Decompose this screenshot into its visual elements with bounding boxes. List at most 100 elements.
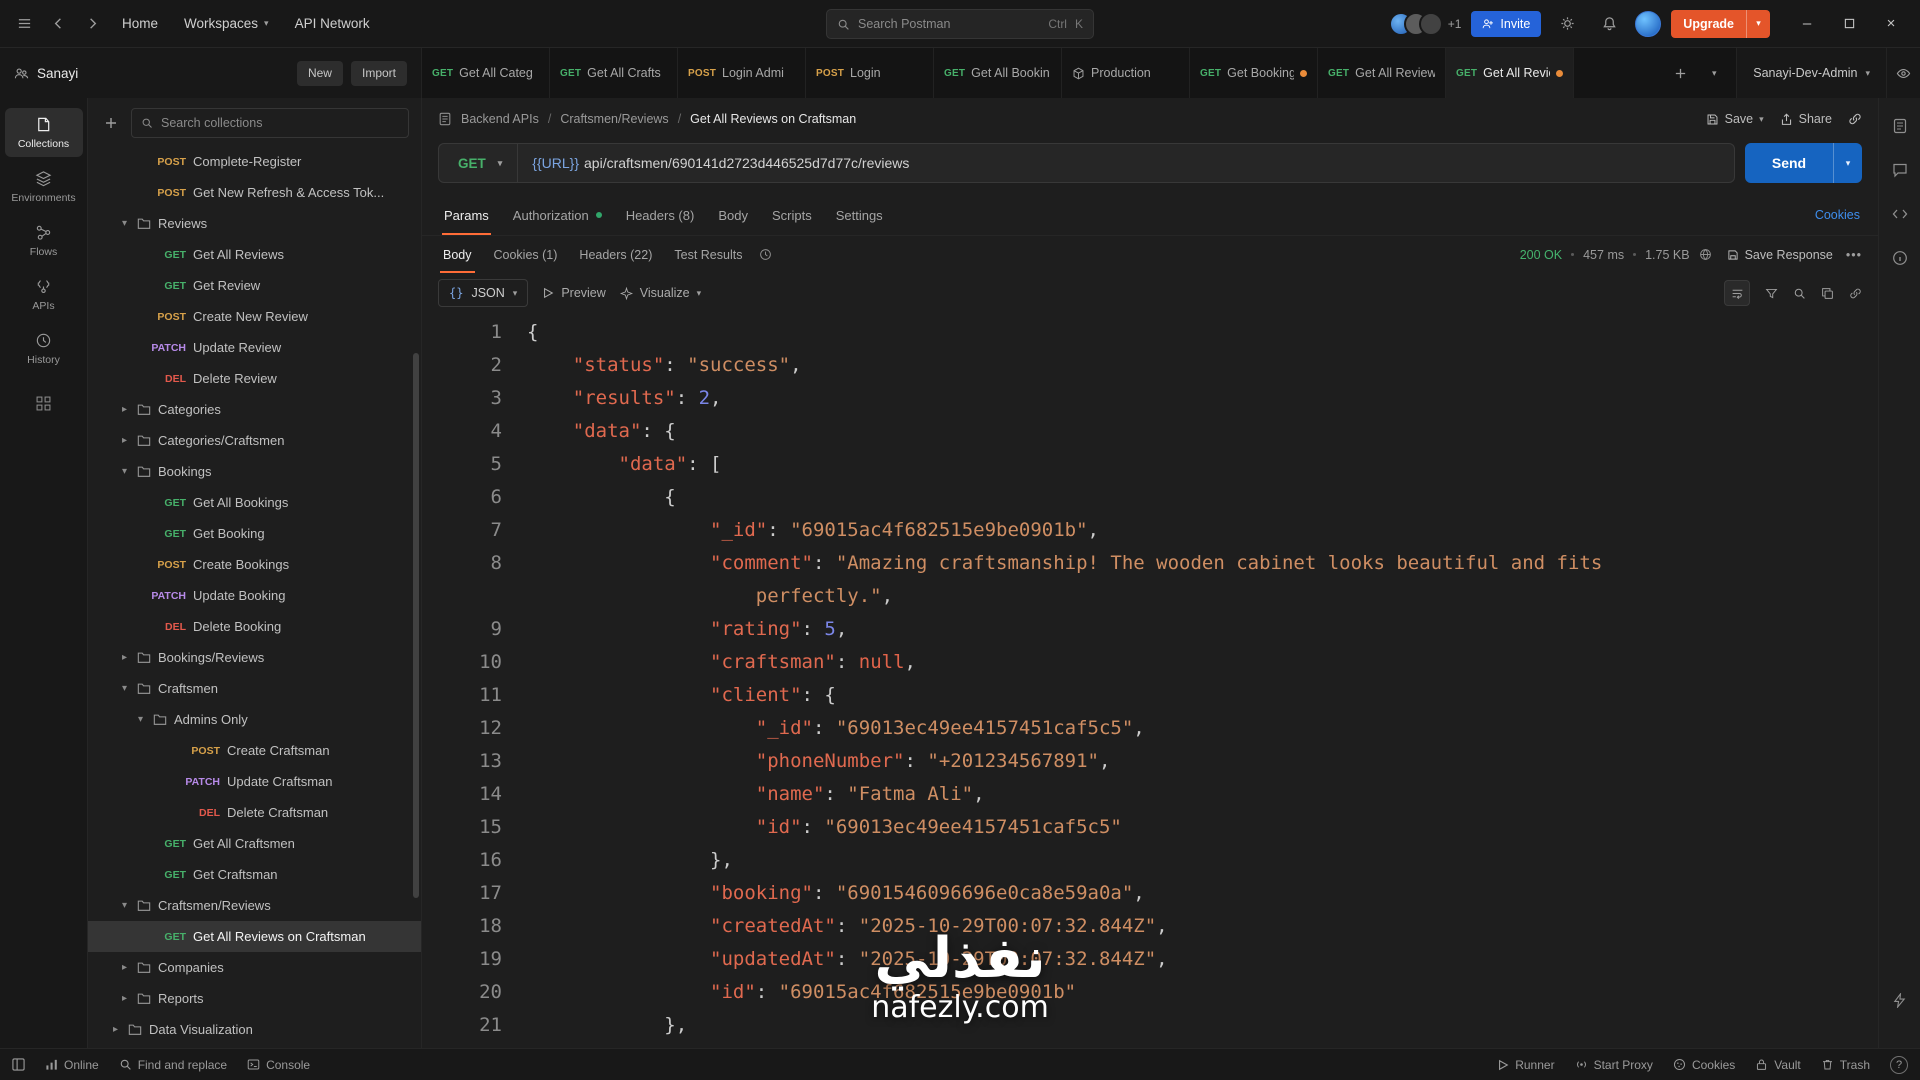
tree-folder-row[interactable]: ▸Companies	[88, 952, 421, 983]
request-tab-settings[interactable]: Settings	[824, 195, 895, 235]
nav-home[interactable]: Home	[110, 8, 170, 40]
tree-folder-row[interactable]: ▸Reports	[88, 983, 421, 1014]
workspace-name[interactable]: Sanayi	[37, 66, 78, 81]
request-tab[interactable]: POSTLogin	[806, 48, 934, 98]
request-tab[interactable]: Production	[1062, 48, 1190, 98]
tree-request-row[interactable]: DELDelete Craftsman	[88, 797, 421, 828]
help-button[interactable]: ?	[1890, 1056, 1908, 1074]
documentation-icon[interactable]	[1892, 118, 1908, 134]
response-more-options-icon[interactable]: •••	[1846, 248, 1862, 262]
chevron-right-icon[interactable]: ▸	[119, 404, 130, 415]
chevron-down-icon[interactable]: ▾	[119, 466, 130, 477]
response-tab-cookies-[interactable]: Cookies (1)	[483, 236, 569, 273]
request-tab-headers-[interactable]: Headers (8)	[614, 195, 707, 235]
recent-responses-clock-icon[interactable]	[753, 248, 778, 261]
new-tab-plus-icon[interactable]	[1664, 57, 1696, 89]
tree-folder-row[interactable]: ▸RESTful API Basics #blueprint	[88, 1045, 421, 1048]
link-icon[interactable]	[1849, 287, 1862, 300]
tree-request-row[interactable]: GETGet Craftsman	[88, 859, 421, 890]
request-tab[interactable]: GETGet All Categ	[422, 48, 550, 98]
sidebar-item-history[interactable]: History	[5, 324, 83, 373]
share-button[interactable]: Share	[1780, 112, 1832, 126]
method-select[interactable]: GET ▾	[439, 144, 518, 182]
send-button[interactable]: Send	[1745, 143, 1833, 183]
tree-request-row[interactable]: GETGet Review	[88, 270, 421, 301]
tree-request-row[interactable]: POSTCreate Bookings	[88, 549, 421, 580]
more-tools-grid-icon[interactable]	[36, 396, 51, 411]
tree-folder-row[interactable]: ▾Bookings	[88, 456, 421, 487]
statusbar-runner[interactable]: Runner	[1497, 1058, 1554, 1072]
tree-request-row[interactable]: GETGet Booking	[88, 518, 421, 549]
request-tab[interactable]: GETGet All Review	[1446, 48, 1574, 98]
status-badge[interactable]: 200 OK	[1520, 248, 1562, 262]
tree-request-row[interactable]: GETGet All Reviews on Craftsman	[88, 921, 421, 952]
chevron-down-icon[interactable]: ▾	[119, 683, 130, 694]
statusbar-cookies[interactable]: Cookies	[1673, 1058, 1735, 1072]
settings-gear-icon[interactable]	[1551, 8, 1583, 40]
request-tab[interactable]: GETGet Booking	[1190, 48, 1318, 98]
user-avatar[interactable]	[1635, 11, 1661, 37]
network-globe-icon[interactable]	[1699, 248, 1712, 261]
cookies-link[interactable]: Cookies	[1815, 208, 1868, 222]
tree-request-row[interactable]: GETGet All Reviews	[88, 239, 421, 270]
tab-list-chevron-icon[interactable]: ▾	[1698, 57, 1730, 89]
save-response-button[interactable]: Save Response	[1727, 248, 1833, 262]
nav-workspaces[interactable]: Workspaces ▾	[172, 8, 281, 40]
response-tab-test-results[interactable]: Test Results	[663, 236, 753, 273]
save-button[interactable]: Save ▾	[1706, 112, 1764, 126]
chevron-down-icon[interactable]: ▾	[135, 714, 146, 725]
send-options-dropdown[interactable]: ▾	[1833, 143, 1862, 183]
wrap-text-toggle-icon[interactable]	[1724, 280, 1750, 306]
response-tab-headers-[interactable]: Headers (22)	[568, 236, 663, 273]
statusbar-online[interactable]: Online	[45, 1058, 99, 1072]
tree-request-row[interactable]: GETGet All Bookings	[88, 487, 421, 518]
url-input[interactable]: {{URL}} api/craftsmen/690141d2723d446525…	[518, 155, 923, 171]
nav-api-network[interactable]: API Network	[283, 8, 382, 40]
window-maximize-button[interactable]	[1828, 1, 1870, 47]
preview-button[interactable]: Preview	[542, 286, 605, 300]
upgrade-button[interactable]: Upgrade ▾	[1671, 10, 1770, 38]
tree-folder-row[interactable]: ▾Reviews	[88, 208, 421, 239]
tree-request-row[interactable]: POSTCreate Craftsman	[88, 735, 421, 766]
tree-request-row[interactable]: POSTGet New Refresh & Access Tok...	[88, 177, 421, 208]
search-collections-input[interactable]: Search collections	[131, 108, 409, 138]
response-body-viewer[interactable]: 1{2"status": "success",3"results": 2,4"d…	[422, 313, 1878, 1048]
request-tab[interactable]: GETGet All Review	[1318, 48, 1446, 98]
sidebar-item-collections[interactable]: Collections	[5, 108, 83, 157]
environment-selector[interactable]: Sanayi-Dev-Admin ▾	[1736, 48, 1886, 98]
tree-request-row[interactable]: DELDelete Review	[88, 363, 421, 394]
request-tab-scripts[interactable]: Scripts	[760, 195, 824, 235]
request-tab[interactable]: POSTLogin Admi	[678, 48, 806, 98]
statusbar-start-proxy[interactable]: Start Proxy	[1575, 1058, 1653, 1072]
response-time[interactable]: 457 ms	[1583, 248, 1624, 262]
panel-toggle-grid-icon[interactable]	[12, 1058, 25, 1071]
tree-folder-row[interactable]: ▸Categories/Craftsmen	[88, 425, 421, 456]
tree-folder-row[interactable]: ▾Craftsmen/Reviews	[88, 890, 421, 921]
info-icon[interactable]	[1892, 250, 1908, 266]
breadcrumb-folder[interactable]: Craftsmen/Reviews	[560, 112, 668, 126]
new-button[interactable]: New	[297, 61, 343, 86]
sidebar-scrollbar[interactable]	[413, 353, 419, 898]
sidebar-item-environments[interactable]: Environments	[5, 162, 83, 211]
tree-folder-row[interactable]: ▾Admins Only	[88, 704, 421, 735]
chevron-down-icon[interactable]: ▾	[119, 900, 130, 911]
chevron-right-icon[interactable]: ▸	[110, 1024, 121, 1035]
global-search-input[interactable]: Search Postman Ctrl K	[826, 9, 1094, 39]
response-size[interactable]: 1.75 KB	[1645, 248, 1689, 262]
request-tab-params[interactable]: Params	[432, 195, 501, 235]
statusbar-vault[interactable]: Vault	[1755, 1058, 1800, 1072]
search-response-icon[interactable]	[1793, 287, 1806, 300]
team-avatars[interactable]: +1	[1389, 12, 1462, 36]
notifications-bell-icon[interactable]	[1593, 8, 1625, 40]
request-tab[interactable]: GETGet All Crafts	[550, 48, 678, 98]
copy-link-icon[interactable]	[1848, 112, 1862, 126]
tree-folder-row[interactable]: ▸Bookings/Reviews	[88, 642, 421, 673]
import-button[interactable]: Import	[351, 61, 407, 86]
chevron-right-icon[interactable]: ▸	[119, 652, 130, 663]
tree-folder-row[interactable]: ▾Craftsmen	[88, 673, 421, 704]
statusbar-find-and-replace[interactable]: Find and replace	[119, 1058, 227, 1072]
tree-request-row[interactable]: POSTCreate New Review	[88, 301, 421, 332]
back-icon[interactable]	[42, 8, 74, 40]
tree-request-row[interactable]: POSTComplete-Register	[88, 146, 421, 177]
response-tab-body[interactable]: Body	[432, 236, 483, 273]
